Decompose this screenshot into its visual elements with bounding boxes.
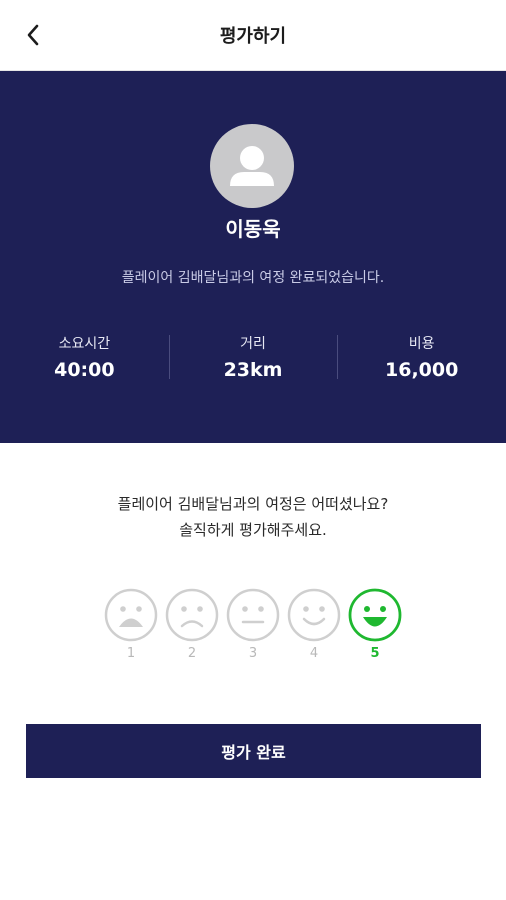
stat-label: 거리 [240,336,266,352]
smile-face-icon [287,588,341,642]
big-smile-face-icon [348,588,402,642]
stat-value: 40:00 [54,359,115,381]
trip-summary-panel: 이동욱 플레이어 김배달님과의 여정 완료되었습니다. 소요시간 40:00 거… [0,71,506,443]
very-sad-face-icon [104,588,158,642]
rating-option-2[interactable]: 2 [164,588,220,661]
page-title: 평가하기 [219,26,287,47]
user-avatar-icon [230,146,274,186]
stat-cost: 비용 16,000 [337,329,506,389]
stat-value: 23km [223,359,283,381]
rating-options: 1 2 3 4 5 [0,588,506,678]
trip-complete-message: 플레이어 김배달님과의 여정 완료되었습니다. [121,270,385,286]
app-header: 평가하기 [0,0,506,71]
rating-number: 4 [309,646,319,661]
driver-name: 이동욱 [225,217,281,241]
rating-question: 플레이어 김배달님과의 여정은 어떠셨나요? 솔직하게 평가해주세요. [0,491,506,543]
rating-option-4[interactable]: 4 [286,588,342,661]
rating-question-line: 솔직하게 평가해주세요. [179,521,327,539]
rating-number: 3 [248,646,258,661]
rating-number: 1 [126,646,136,661]
trip-stats: 소요시간 40:00 거리 23km 비용 16,000 [0,329,506,389]
stat-label: 소요시간 [58,336,111,352]
rating-question-line: 플레이어 김배달님과의 여정은 어떠셨나요? [117,495,389,513]
avatar [210,124,294,208]
neutral-face-icon [226,588,280,642]
rating-number: 2 [187,646,197,661]
rating-option-1[interactable]: 1 [103,588,159,661]
rating-number: 5 [370,646,380,661]
stat-distance: 거리 23km [168,329,338,389]
stat-duration: 소요시간 40:00 [0,329,169,389]
sad-face-icon [165,588,219,642]
stat-label: 비용 [408,336,435,352]
stat-value: 16,000 [385,359,459,381]
rating-option-5[interactable]: 5 [347,588,403,661]
submit-rating-button[interactable]: 평가 완료 [26,724,481,778]
rating-option-3[interactable]: 3 [225,588,281,661]
